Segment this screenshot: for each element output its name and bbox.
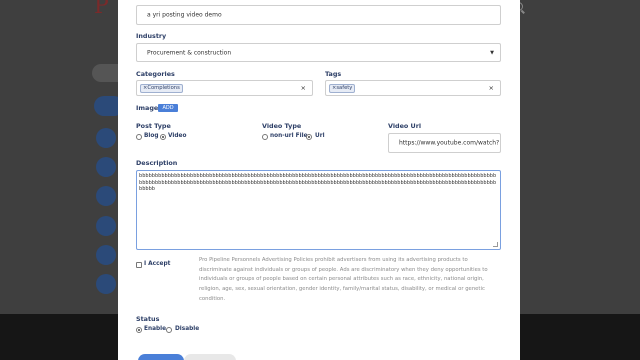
background-round-button (96, 186, 116, 206)
background-round-button (96, 216, 116, 236)
video-type-label: Video Type (262, 122, 302, 130)
status-disable-label: Disable (175, 326, 200, 332)
accept-label: I Accept (144, 261, 171, 267)
accept-checkbox[interactable] (136, 262, 142, 268)
logo: P (94, 0, 109, 19)
video-url-input[interactable]: https://www.youtube.com/watch? (388, 133, 501, 153)
video-type-file-radio[interactable] (262, 134, 268, 140)
post-type-blog-label: Blog (144, 133, 159, 139)
video-type-url-radio[interactable] (306, 134, 312, 140)
cancel-button[interactable] (184, 354, 236, 360)
industry-label: Industry (136, 32, 167, 40)
resize-handle-icon[interactable] (493, 242, 498, 247)
video-type-file-label: non-url File (270, 133, 308, 139)
add-image-button[interactable]: ADD (158, 104, 178, 112)
tags-label: Tags (325, 70, 342, 78)
title-input[interactable]: a yri posting video demo (136, 5, 501, 25)
categories-select[interactable]: ×Completions × (136, 80, 313, 96)
category-chip[interactable]: ×Completions (140, 84, 183, 93)
title-input-value: a yri posting video demo (147, 11, 222, 19)
chevron-down-icon: ▼ (490, 49, 494, 56)
tags-select[interactable]: ×safety × (325, 80, 501, 96)
description-value: bbbbbbbbbbbbbbbbbbbbbbbbbbbbbbbbbbbbbbbb… (139, 173, 497, 192)
background-round-button (96, 128, 116, 148)
status-enable-radio[interactable] (136, 327, 142, 333)
image-label: Image (136, 104, 159, 112)
advertising-policy-text: Pro Pipeline Personnels Advertising Poli… (199, 257, 488, 302)
clear-icon[interactable]: × (301, 84, 306, 92)
tag-chip[interactable]: ×safety (329, 84, 356, 93)
video-url-label: Video Url (388, 122, 422, 130)
status-enable-label: Enable (144, 326, 167, 332)
submit-button[interactable] (138, 354, 184, 360)
industry-select-value: Procurement & construction (147, 49, 232, 56)
categories-label: Categories (136, 70, 175, 78)
background-round-button (96, 274, 116, 294)
industry-select[interactable]: Procurement & construction ▼ (136, 43, 501, 62)
status-disable-radio[interactable] (166, 327, 172, 333)
post-type-blog-radio[interactable] (136, 134, 142, 140)
clear-icon[interactable]: × (489, 84, 494, 92)
description-label: Description (136, 159, 178, 167)
background-round-button (96, 157, 116, 177)
category-chip-label: Completions (147, 85, 180, 91)
post-type-video-radio[interactable] (160, 134, 166, 140)
post-type-video-label: Video (168, 133, 187, 139)
background-round-button (96, 245, 116, 265)
video-type-url-label: Url (315, 133, 325, 139)
video-url-value: https://www.youtube.com/watch? (399, 139, 500, 147)
post-edit-modal: a yri posting video demo Industry Procur… (118, 0, 520, 360)
description-textarea[interactable]: bbbbbbbbbbbbbbbbbbbbbbbbbbbbbbbbbbbbbbbb… (136, 170, 501, 250)
post-type-label: Post Type (136, 122, 171, 130)
tag-chip-label: safety (336, 85, 353, 91)
status-label: Status (136, 315, 160, 323)
